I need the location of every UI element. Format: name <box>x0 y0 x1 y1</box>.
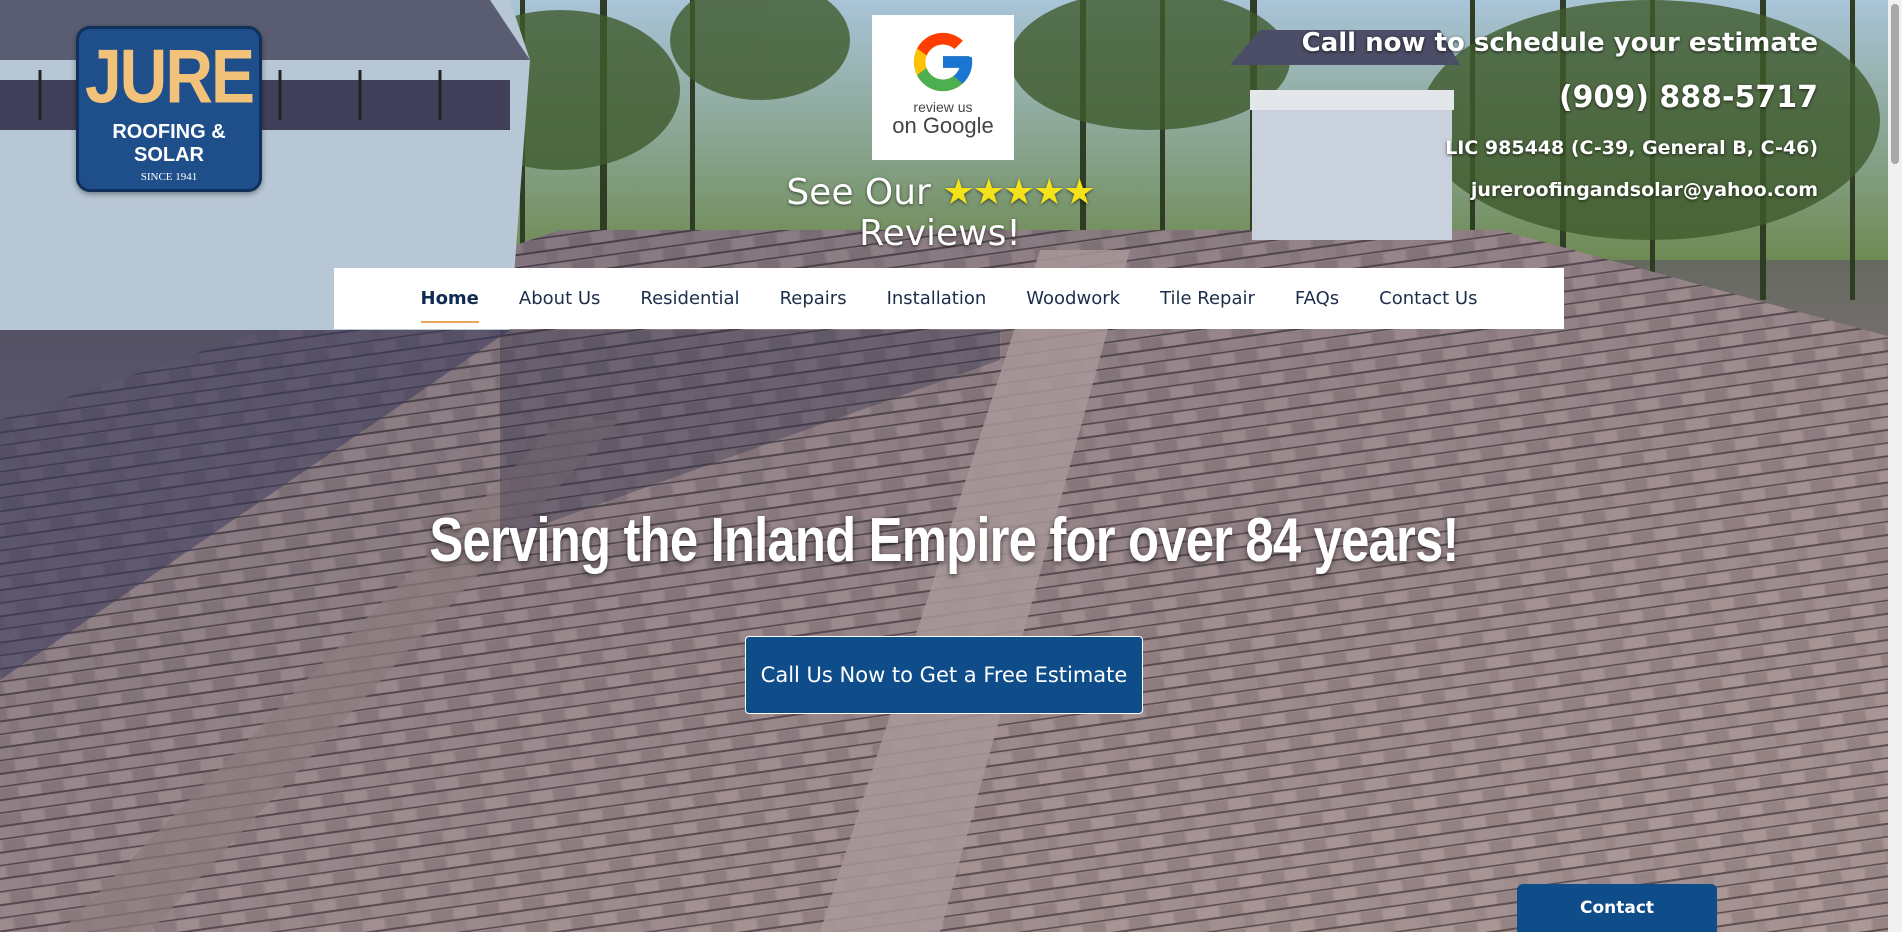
nav-repairs[interactable]: Repairs <box>760 268 867 329</box>
logo-since: SINCE 1941 <box>140 171 198 183</box>
logo-brand-text: JURE <box>84 33 255 119</box>
nav-home[interactable]: Home <box>401 268 499 329</box>
header-contact-info: Call now to schedule your estimate (909)… <box>1302 28 1818 201</box>
nav-faqs[interactable]: FAQs <box>1275 268 1359 329</box>
page-scrollbar[interactable] <box>1888 0 1902 932</box>
email-link[interactable]: jureroofingandsolar@yahoo.com <box>1302 179 1818 201</box>
free-estimate-button[interactable]: Call Us Now to Get a Free Estimate <box>745 636 1143 714</box>
call-now-text: Call now to schedule your estimate <box>1301 28 1818 58</box>
contact-tab-button[interactable]: Contact <box>1517 884 1717 932</box>
reviews-prefix: See Our <box>786 172 931 213</box>
see-reviews-link[interactable]: See Our ★★★★★ Reviews! <box>700 172 1180 254</box>
nav-residential[interactable]: Residential <box>620 268 759 329</box>
google-g-icon <box>913 32 973 92</box>
google-badge-line2: on Google <box>892 113 994 138</box>
main-nav: Home About Us Residential Repairs Instal… <box>334 268 1564 329</box>
reviews-suffix: Reviews! <box>859 213 1021 254</box>
nav-contact-us[interactable]: Contact Us <box>1359 268 1497 329</box>
nav-tile-repair[interactable]: Tile Repair <box>1140 268 1275 329</box>
logo-subtitle: ROOFING & SOLAR <box>112 121 226 166</box>
nav-woodwork[interactable]: Woodwork <box>1006 268 1140 329</box>
nav-about-us[interactable]: About Us <box>499 268 621 329</box>
license-text: LIC 985448 (C-39, General B, C-46) <box>1445 137 1818 159</box>
google-review-badge[interactable]: review us on Google <box>872 15 1014 160</box>
scrollbar-thumb[interactable] <box>1891 4 1899 164</box>
nav-installation[interactable]: Installation <box>867 268 1007 329</box>
phone-link[interactable]: (909) 888-5717 <box>1302 80 1818 115</box>
hero-headline: Serving the Inland Empire for over 84 ye… <box>429 506 1459 575</box>
site-logo[interactable]: JURE ROOFING & SOLAR SINCE 1941 <box>76 26 262 192</box>
five-stars-icon: ★★★★★ <box>942 172 1095 213</box>
